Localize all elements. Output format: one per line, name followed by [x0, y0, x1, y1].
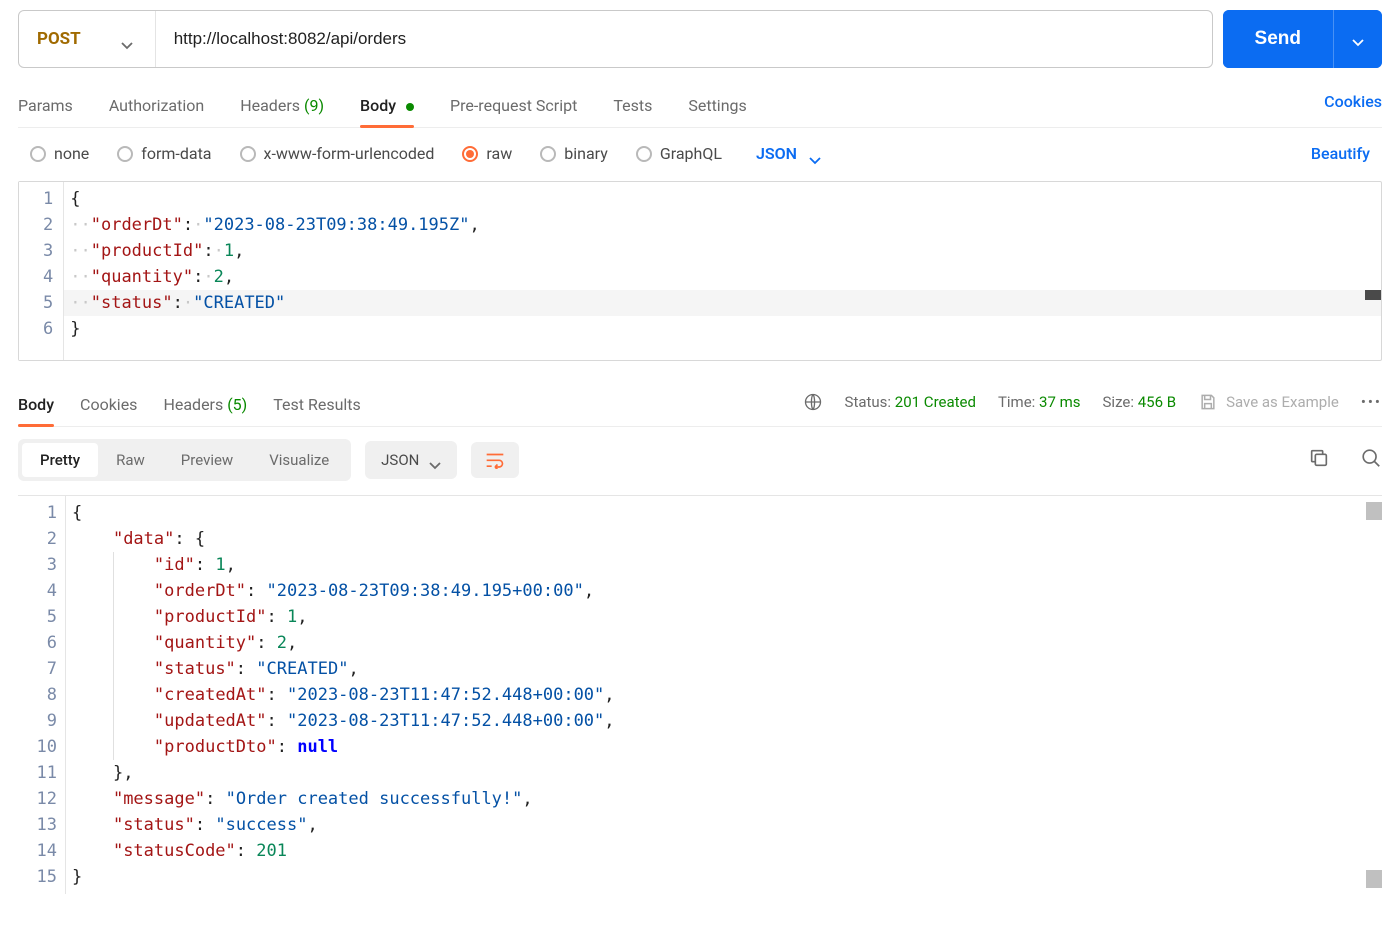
view-raw[interactable]: Raw [98, 443, 163, 477]
scrollbar-thumb[interactable] [1366, 502, 1382, 520]
scroll-marker [1365, 290, 1381, 300]
radio-graphql[interactable]: GraphQL [636, 144, 722, 163]
send-button-group: Send [1223, 10, 1382, 68]
tab-tests[interactable]: Tests [613, 88, 652, 127]
wrap-lines-button[interactable] [471, 442, 519, 478]
radio-raw[interactable]: raw [462, 144, 512, 163]
cookies-link[interactable]: Cookies [1324, 92, 1382, 123]
wrap-icon [485, 452, 505, 468]
response-code: { "data": { "id": 1, "orderDt": "2023-08… [66, 496, 1382, 894]
request-body-editor[interactable]: 1 2 3 4 5 6 { ··"orderDt":·"2023-08-23T0… [18, 181, 1382, 361]
scrollbar-thumb[interactable] [1366, 870, 1382, 888]
body-format-select[interactable]: JSON [756, 144, 821, 163]
tab-authorization[interactable]: Authorization [109, 88, 204, 127]
beautify-link[interactable]: Beautify [1311, 144, 1382, 163]
chevron-down-icon [429, 456, 441, 464]
response-actions [1308, 447, 1382, 473]
response-tabs: Body Cookies Headers (5) Test Results [18, 387, 361, 426]
modified-dot-icon [406, 103, 414, 111]
radio-none[interactable]: none [30, 144, 89, 163]
response-meta: Status: 201 Created Time: 37 ms Size: 45… [803, 392, 1382, 422]
resp-tab-headers[interactable]: Headers (5) [163, 387, 247, 426]
radio-binary[interactable]: binary [540, 144, 608, 163]
method-url-group: POST [18, 10, 1213, 68]
tab-params[interactable]: Params [18, 88, 73, 127]
response-body-viewer[interactable]: 1 2 3 4 5 6 7 8 9 10 11 12 13 14 15 { "d… [18, 495, 1382, 894]
tab-settings[interactable]: Settings [688, 88, 746, 127]
headers-count: (9) [304, 96, 324, 115]
resp-tab-test-results[interactable]: Test Results [273, 387, 361, 426]
save-icon [1198, 392, 1218, 412]
radio-urlencoded[interactable]: x-www-form-urlencoded [240, 144, 435, 163]
copy-button[interactable] [1308, 447, 1330, 473]
request-gutter: 1 2 3 4 5 6 [19, 182, 64, 360]
chevron-down-icon [1352, 35, 1364, 43]
radio-form-data[interactable]: form-data [117, 144, 211, 163]
resp-tab-body[interactable]: Body [18, 387, 54, 426]
response-header: Body Cookies Headers (5) Test Results St… [18, 387, 1382, 427]
tab-headers-label: Headers [240, 96, 300, 115]
view-visualize[interactable]: Visualize [251, 443, 347, 477]
url-input[interactable] [156, 11, 1212, 67]
request-bar: POST Send [18, 10, 1382, 68]
tab-headers[interactable]: Headers (9) [240, 88, 324, 127]
body-type-row: none form-data x-www-form-urlencoded raw… [18, 128, 1382, 181]
tab-body[interactable]: Body [360, 88, 414, 127]
tab-prerequest[interactable]: Pre-request Script [450, 88, 577, 127]
request-tabs: Params Authorization Headers (9) Body Pr… [18, 88, 747, 127]
globe-icon[interactable] [803, 392, 823, 412]
response-toolbar: Pretty Raw Preview Visualize JSON [18, 427, 1382, 495]
more-menu-icon[interactable]: ••• [1361, 393, 1382, 411]
chevron-down-icon [121, 35, 133, 43]
request-tabs-row: Params Authorization Headers (9) Body Pr… [18, 88, 1382, 128]
send-more-button[interactable] [1333, 10, 1382, 68]
request-code: { ··"orderDt":·"2023-08-23T09:38:49.195Z… [64, 182, 1381, 360]
send-button[interactable]: Send [1223, 10, 1333, 68]
search-button[interactable] [1360, 447, 1382, 473]
response-gutter: 1 2 3 4 5 6 7 8 9 10 11 12 13 14 15 [18, 496, 66, 894]
body-type-radios: none form-data x-www-form-urlencoded raw… [30, 144, 821, 163]
view-mode-tabs: Pretty Raw Preview Visualize [18, 439, 351, 481]
view-pretty[interactable]: Pretty [22, 443, 98, 477]
chevron-down-icon [809, 150, 821, 158]
tab-body-label: Body [360, 96, 396, 115]
response-format-select[interactable]: JSON [365, 441, 457, 479]
resp-tab-cookies[interactable]: Cookies [80, 387, 137, 426]
http-method-select[interactable]: POST [19, 11, 156, 67]
http-method-label: POST [37, 29, 81, 49]
view-preview[interactable]: Preview [163, 443, 251, 477]
save-as-example-button[interactable]: Save as Example [1198, 392, 1339, 412]
